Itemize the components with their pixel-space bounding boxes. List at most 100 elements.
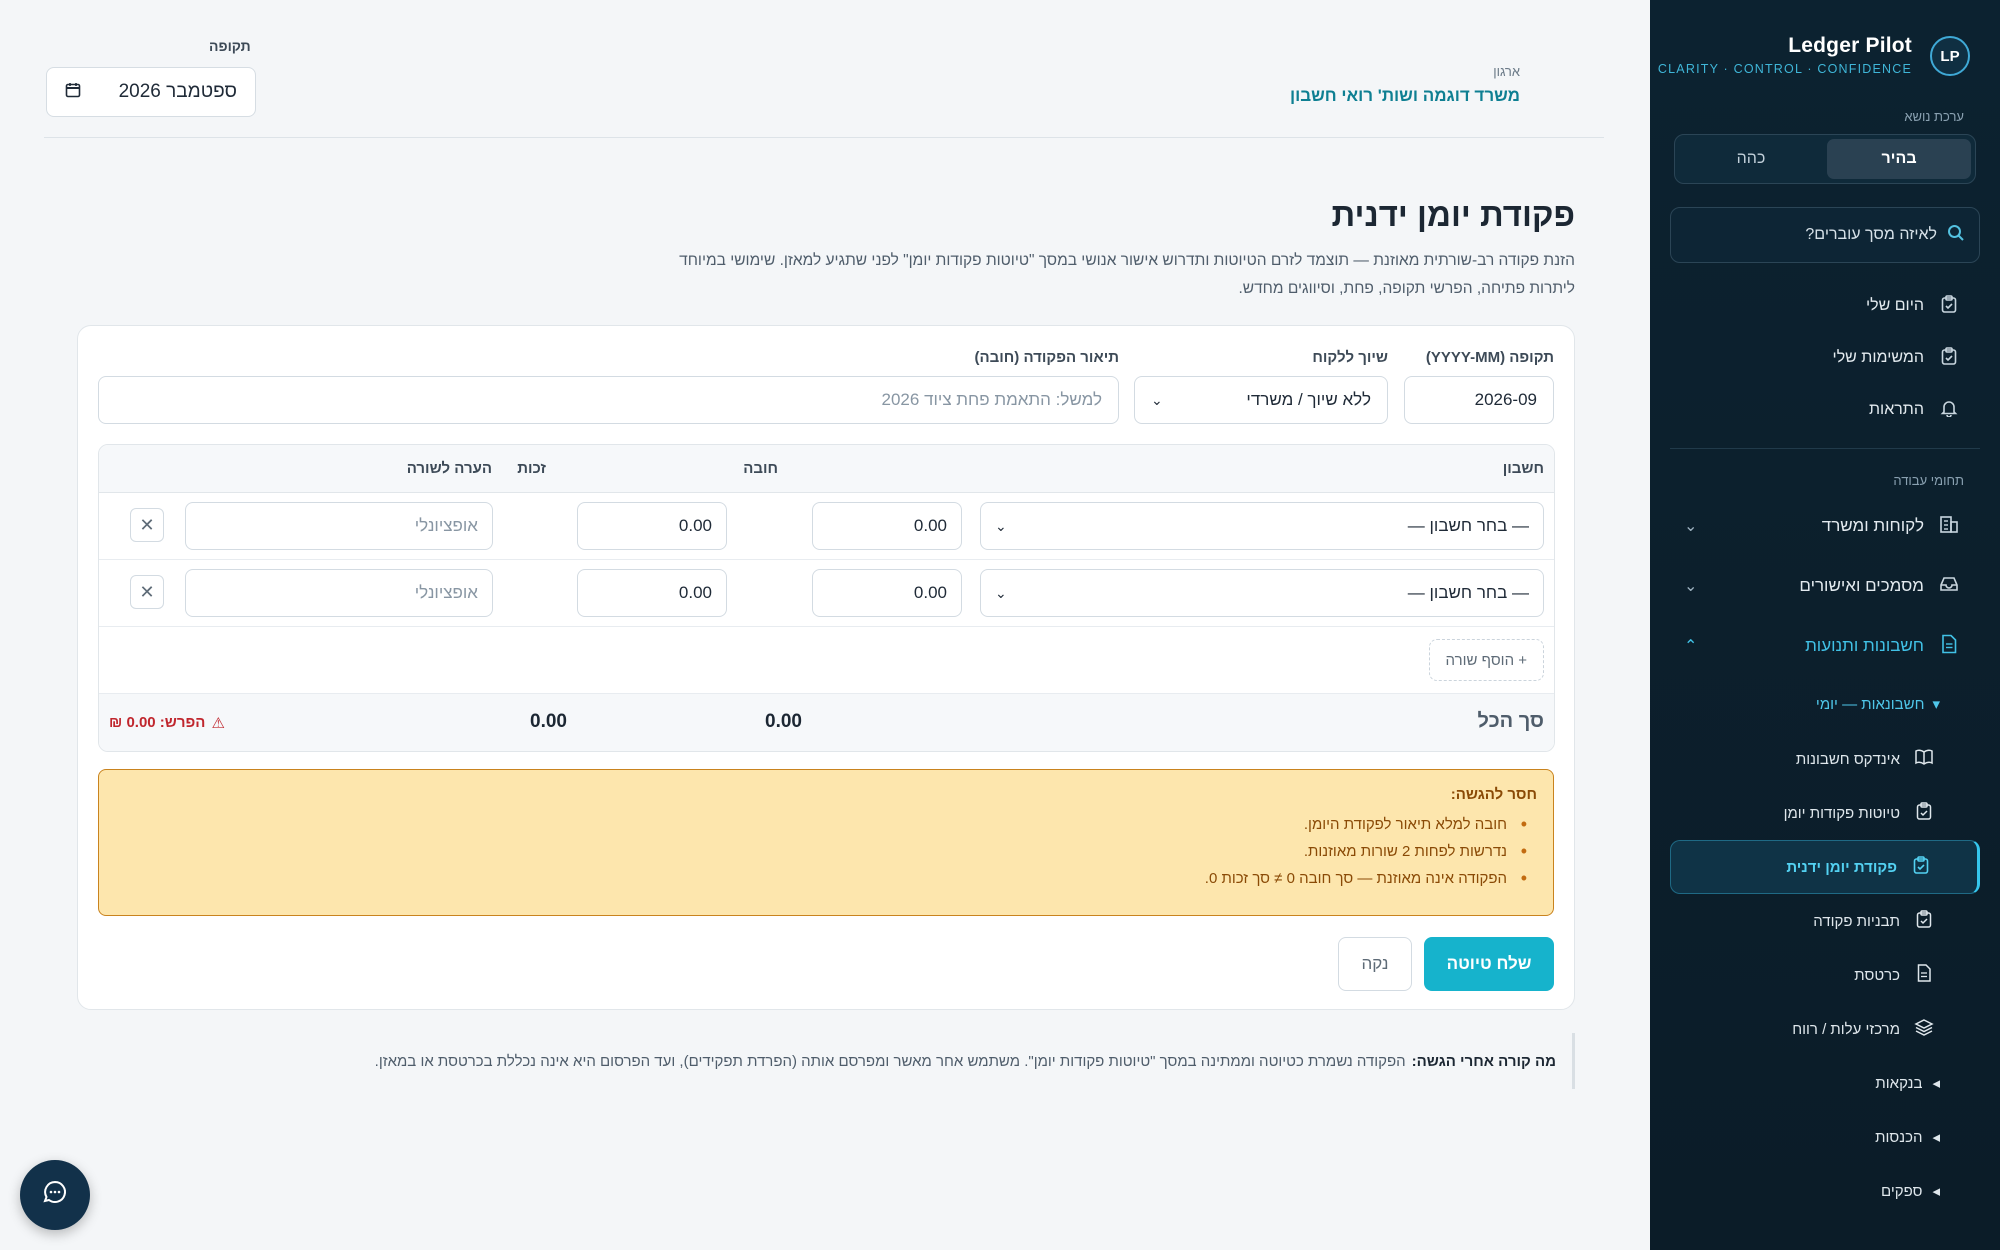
nav-item-label: המשימות שלי bbox=[1832, 349, 1924, 366]
account-select-value: — בחר חשבון — bbox=[1407, 516, 1529, 535]
nav-item-manual-journal[interactable]: פקודת יומן ידנית bbox=[1670, 840, 1980, 894]
nav-item-journal-templates[interactable]: תבניות פקודה bbox=[1670, 894, 1980, 948]
nav-group-accounts[interactable]: חשבונות ותנועות ⌃ bbox=[1670, 616, 1980, 676]
nav-group-label: מסמכים ואישורים bbox=[1799, 576, 1924, 595]
validation-alert: חסר להגשה: חובה למלא תיאור לפקודת היומן.… bbox=[98, 769, 1554, 916]
note-text: הפקודה נשמרת כטיוטה וממתינה במסך "טיוטות… bbox=[374, 1052, 1406, 1070]
debit-input[interactable]: 0.00 bbox=[812, 569, 962, 617]
clear-button[interactable]: נקה bbox=[1338, 937, 1412, 991]
total-credit: 0.00 bbox=[530, 711, 567, 732]
nav-sub-label: כרטסת bbox=[1854, 966, 1900, 984]
client-select[interactable]: ללא שיוך / משרדי ⌄ bbox=[1134, 376, 1388, 424]
screen-search-input[interactable]: לאיזה מסך עוברים? bbox=[1670, 207, 1980, 263]
form-client-label: שיוך ללקוח bbox=[1312, 349, 1388, 366]
caret-left-icon: ◂ bbox=[1932, 1075, 1940, 1092]
nav-group-documents[interactable]: מסמכים ואישורים ⌄ bbox=[1670, 556, 1980, 616]
table-header: חשבון חובה זכות הערה לשורה bbox=[99, 445, 1554, 493]
theme-dark-button[interactable]: כהה bbox=[1679, 139, 1823, 179]
description-placeholder: למשל: התאמת פחת ציוד 2026 bbox=[881, 390, 1102, 409]
nav-section-label: תחומי עבודה bbox=[1893, 473, 1964, 488]
account-select[interactable]: — בחר חשבון — ⌄ bbox=[980, 569, 1544, 617]
org-name[interactable]: משרד דוגמה ושות' רואי חשבון bbox=[1290, 86, 1520, 106]
theme-light-button[interactable]: בהיר bbox=[1827, 139, 1971, 179]
chat-icon bbox=[42, 1179, 68, 1211]
col-debit: חובה bbox=[743, 460, 778, 477]
clipboard-icon bbox=[1938, 346, 1960, 370]
nav-collapsed-label: בנקאות bbox=[1875, 1074, 1923, 1092]
caret-left-icon: ◂ bbox=[1932, 1183, 1940, 1200]
debit-input[interactable]: 0.00 bbox=[812, 502, 962, 550]
calendar-icon[interactable] bbox=[65, 82, 81, 103]
alert-item: הפקודה אינה מאוזנת — סך חובה 0 ≠ סך זכות… bbox=[115, 865, 1527, 892]
period-label: תקופה bbox=[209, 38, 251, 54]
col-account: חשבון bbox=[1502, 460, 1544, 477]
nav-item-my-day[interactable]: היום שלי bbox=[1670, 280, 1980, 332]
book-icon bbox=[1914, 748, 1934, 771]
clipboard-icon bbox=[1911, 855, 1931, 879]
col-credit: זכות bbox=[517, 460, 546, 477]
credit-input[interactable]: 0.00 bbox=[577, 569, 727, 617]
nav-top: היום שלי המשימות שלי התראות תחומי עבודה … bbox=[1670, 280, 1980, 1218]
page-description: הזנת פקודה רב-שורתית מאוזנת — תוצמד לזרם… bbox=[679, 252, 1575, 297]
add-row-button[interactable]: + הוסף שורה bbox=[1428, 639, 1544, 681]
nav-item-accounts-index[interactable]: אינדקס חשבונות bbox=[1670, 732, 1980, 786]
client-select-value: ללא שיוך / משרדי bbox=[1246, 390, 1371, 409]
warning-icon: ⚠ bbox=[211, 715, 225, 732]
brand: LP Ledger Pilot CLARITY · CONTROL · CONF… bbox=[1658, 34, 1970, 84]
brand-name: Ledger Pilot bbox=[1788, 34, 1912, 57]
line-note-input[interactable]: אופציונלי bbox=[185, 502, 493, 550]
nav-subgroup-accounting-daily[interactable]: ▾ חשבונאות — יומי bbox=[1670, 676, 1980, 732]
nav-sub-label: מרכזי עלות / רווח bbox=[1792, 1020, 1900, 1038]
chat-button[interactable] bbox=[20, 1160, 90, 1230]
submit-draft-button[interactable]: שלח טיוטה bbox=[1424, 937, 1554, 991]
document-icon bbox=[1938, 634, 1960, 659]
alert-title: חסר להגשה: bbox=[1450, 786, 1537, 803]
layers-icon bbox=[1914, 1018, 1934, 1041]
alert-item: חובה למלא תיאור לפקודת היומן. bbox=[115, 811, 1527, 838]
credit-input[interactable]: 0.00 bbox=[577, 502, 727, 550]
journal-entry-form: תקופה (YYYY-MM) 2026-09 שיוך ללקוח ללא ש… bbox=[77, 325, 1575, 1010]
totals-row: סך הכל 0.00 0.00 ⚠ הפרש: 0.00 ₪ bbox=[99, 694, 1554, 751]
building-icon bbox=[1938, 514, 1960, 539]
nav-sub-label: אינדקס חשבונות bbox=[1795, 750, 1900, 768]
clipboard-icon bbox=[1914, 801, 1934, 825]
page-title: פקודת יומן ידנית bbox=[1331, 196, 1575, 233]
sidebar: LP Ledger Pilot CLARITY · CONTROL · CONF… bbox=[1650, 0, 2000, 1250]
main-content: ארגון משרד דוגמה ושות' רואי חשבון תקופה … bbox=[0, 0, 1650, 1250]
form-period-input[interactable]: 2026-09 bbox=[1404, 376, 1554, 424]
nav-item-alerts[interactable]: התראות bbox=[1670, 384, 1980, 436]
brand-tagline: CLARITY · CONTROL · CONFIDENCE bbox=[1657, 62, 1912, 76]
nav-group-label: חשבונות ותנועות bbox=[1805, 636, 1924, 655]
clipboard-icon bbox=[1938, 294, 1960, 318]
theme-label: ערכת נושא bbox=[1904, 109, 1964, 124]
delete-row-button[interactable]: ✕ bbox=[130, 508, 164, 542]
nav-item-my-tasks[interactable]: המשימות שלי bbox=[1670, 332, 1980, 384]
chevron-down-icon: ⌄ bbox=[995, 584, 1007, 601]
brand-logo[interactable]: LP bbox=[1930, 36, 1970, 76]
document-icon bbox=[1914, 963, 1934, 987]
caret-left-icon: ◂ bbox=[1932, 1129, 1940, 1146]
nav-item-ledger-card[interactable]: כרטסת bbox=[1670, 948, 1980, 1002]
description-input[interactable]: למשל: התאמת פחת ציוד 2026 bbox=[98, 376, 1119, 424]
nav-item-cost-centers[interactable]: מרכזי עלות / רווח bbox=[1670, 1002, 1980, 1056]
nav-group-income[interactable]: ◂ הכנסות bbox=[1670, 1110, 1980, 1164]
alert-item: נדרשות לפחות 2 שורות מאוזנות. bbox=[115, 838, 1527, 865]
line-note-input[interactable]: אופציונלי bbox=[185, 569, 493, 617]
period-picker[interactable]: ספטמבר 2026 bbox=[46, 67, 256, 117]
difference-text: הפרש: 0.00 ₪ bbox=[109, 714, 206, 731]
add-row-area: + הוסף שורה bbox=[99, 627, 1554, 694]
nav-collapsed-label: ספקים bbox=[1881, 1182, 1923, 1200]
nav-sub-label: טיוטות פקודות יומן bbox=[1783, 804, 1900, 822]
table-row: — בחר חשבון — ⌄ 0.00 0.00 אופציונלי ✕ bbox=[99, 560, 1554, 627]
table-row: — בחר חשבון — ⌄ 0.00 0.00 אופציונלי ✕ bbox=[99, 493, 1554, 560]
nav-subgroup-label: חשבונאות — יומי bbox=[1815, 695, 1925, 713]
nav-group-clients[interactable]: לקוחות ומשרד ⌄ bbox=[1670, 496, 1980, 556]
delete-row-button[interactable]: ✕ bbox=[130, 575, 164, 609]
nav-group-banking[interactable]: ◂ בנקאות bbox=[1670, 1056, 1980, 1110]
col-line-note: הערה לשורה bbox=[406, 460, 492, 477]
nav-item-label: היום שלי bbox=[1865, 297, 1924, 314]
account-select[interactable]: — בחר חשבון — ⌄ bbox=[980, 502, 1544, 550]
search-icon bbox=[1947, 224, 1965, 247]
nav-group-suppliers[interactable]: ◂ ספקים bbox=[1670, 1164, 1980, 1218]
nav-item-journal-drafts[interactable]: טיוטות פקודות יומן bbox=[1670, 786, 1980, 840]
